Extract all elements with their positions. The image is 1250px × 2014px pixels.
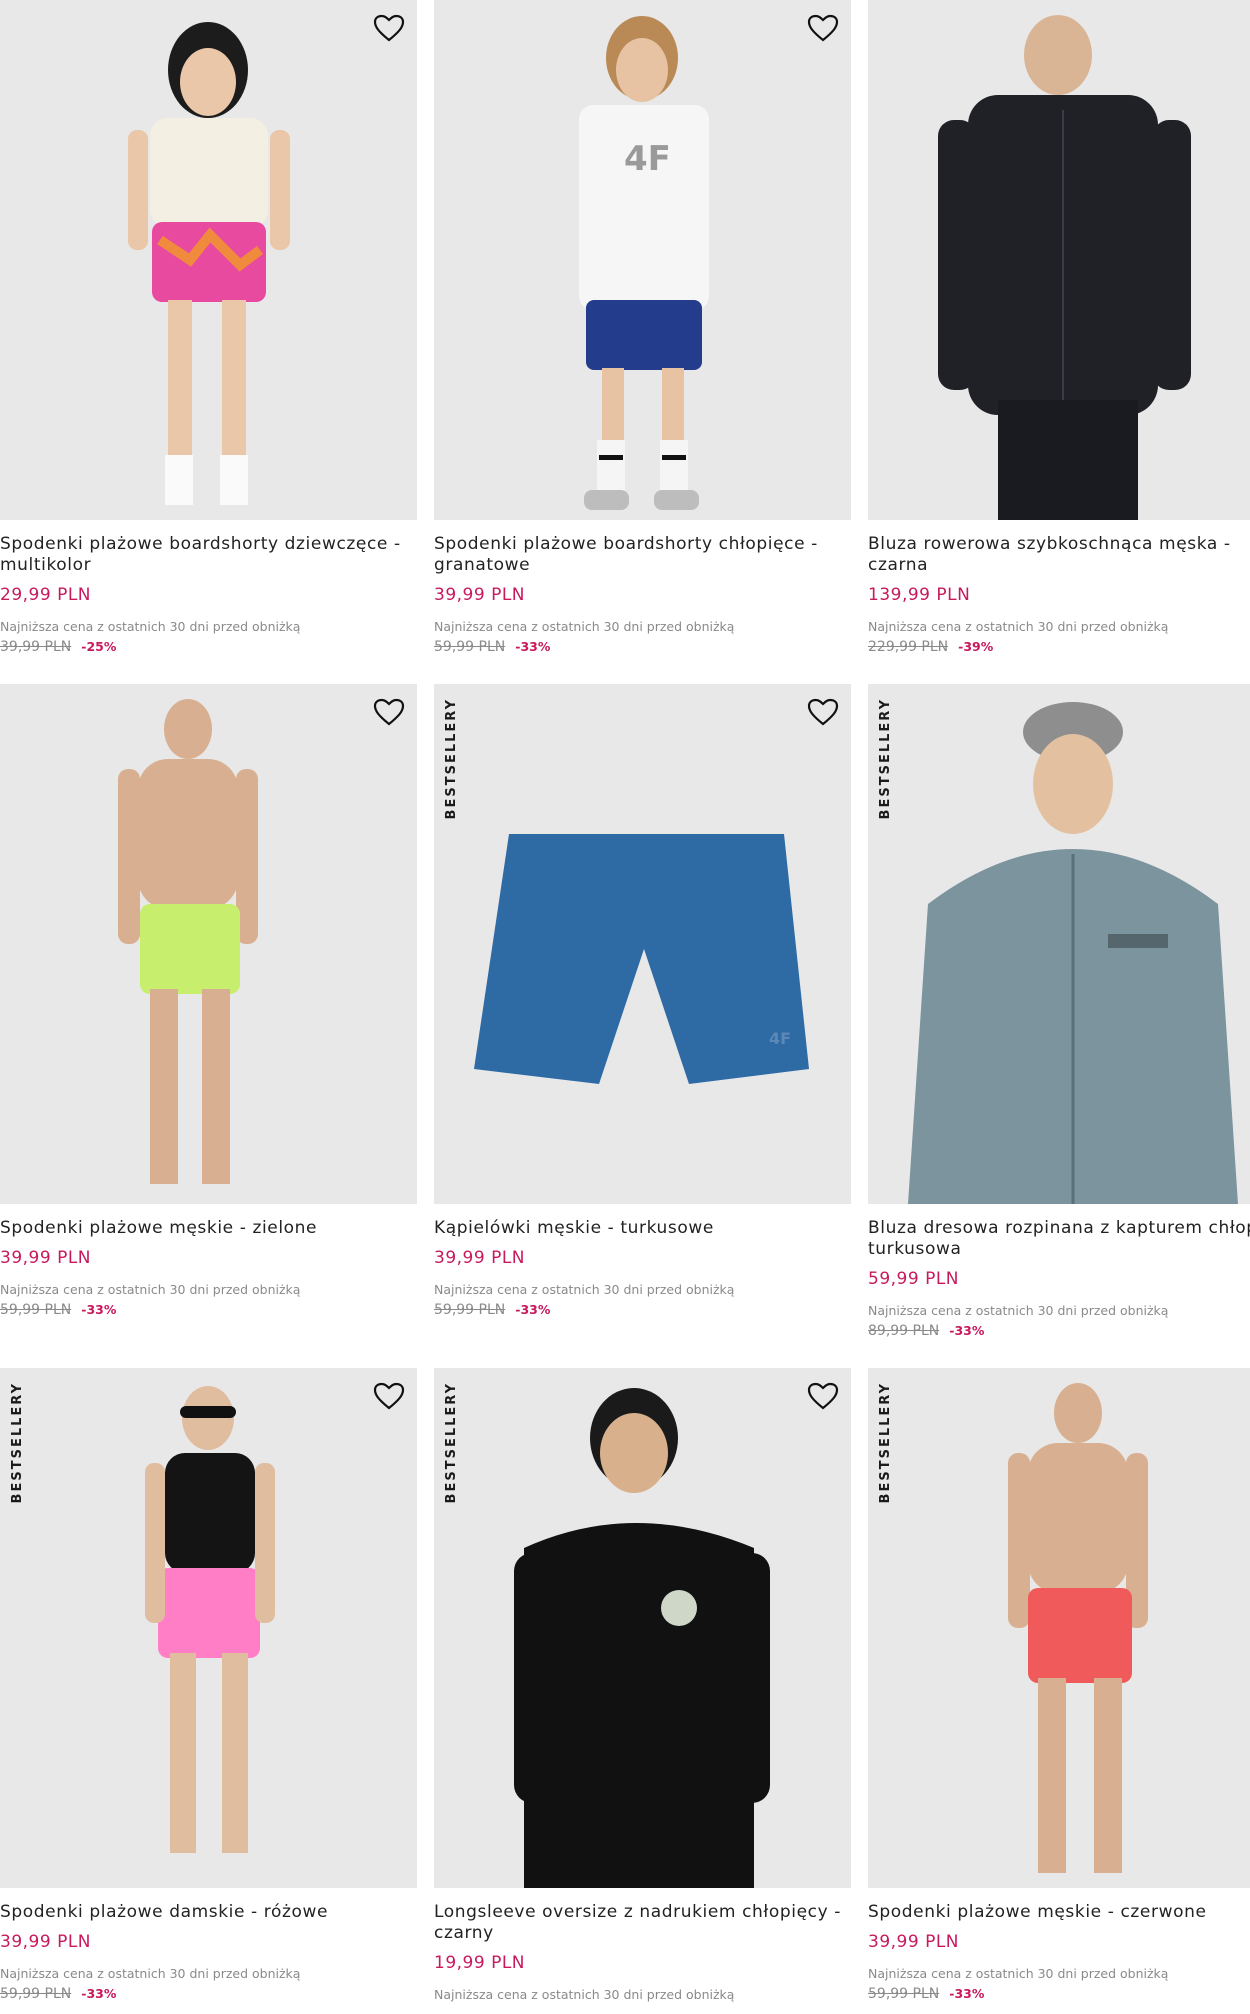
product-photo-swim-trunks: 4F	[474, 834, 809, 1084]
product-image[interactable]	[0, 0, 417, 520]
old-price: 39,99 PLN	[0, 639, 72, 655]
old-price: 59,99 PLN	[868, 1986, 940, 2002]
old-price: 89,99 PLN	[868, 1323, 940, 1339]
product-title[interactable]: Longsleeve oversize z nadrukiem chłopięc…	[434, 1902, 851, 1944]
old-price-row: 59,99 PLN -33%	[868, 1986, 1250, 2002]
product-card[interactable]: Spodenki plażowe boardshorty dziewczęce …	[0, 0, 417, 655]
product-card[interactable]: 4F Spodenki plażowe boardshorty chłopięc…	[434, 0, 851, 655]
product-card[interactable]: Spodenki plażowe męskie - zielone 39,99 …	[0, 684, 417, 1318]
old-price: 59,99 PLN	[0, 1302, 72, 1318]
old-price-row: 59,99 PLN -33%	[0, 1302, 417, 1318]
product-price: 59,99 PLN	[868, 1269, 960, 1289]
product-price: 39,99 PLN	[0, 1932, 92, 1952]
lowest-price-note: Najniższa cena z ostatnich 30 dni przed …	[868, 1966, 1169, 1981]
product-image[interactable]: BESTSELLERY 4F	[434, 684, 851, 1204]
old-price: 229,99 PLN	[868, 639, 949, 655]
product-price: 39,99 PLN	[868, 1932, 960, 1952]
discount-badge: -33%	[515, 639, 551, 654]
lowest-price-note: Najniższa cena z ostatnich 30 dni przed …	[434, 1987, 735, 2002]
old-price-row: 59,99 PLN -33%	[0, 1986, 417, 2002]
product-photo-pink-shorts	[145, 1386, 275, 1853]
product-photo-black-longsleeve	[514, 1388, 770, 1888]
product-photo-girl-shorts	[128, 22, 290, 505]
heart-icon[interactable]	[805, 1378, 841, 1414]
product-title[interactable]: Spodenki plażowe boardshorty chłopięce -…	[434, 534, 851, 576]
old-price-row: 59,99 PLN -33%	[434, 639, 851, 655]
lowest-price-note: Najniższa cena z ostatnich 30 dni przed …	[0, 619, 301, 634]
product-title[interactable]: Kąpielówki męskie - turkusowe	[434, 1218, 851, 1239]
product-photo-hoodie	[908, 702, 1238, 1204]
product-image[interactable]: 4F	[434, 0, 851, 520]
discount-badge: -39%	[958, 639, 994, 654]
discount-badge: -25%	[81, 639, 117, 654]
product-title[interactable]: Spodenki plażowe boardshorty dziewczęce …	[0, 534, 417, 576]
discount-badge: -33%	[949, 1323, 985, 1338]
product-card[interactable]: BESTSELLERY Spodenki plażowe damskie - r…	[0, 1368, 417, 2002]
product-price: 39,99 PLN	[434, 1248, 526, 1268]
product-price: 19,99 PLN	[434, 1953, 526, 1973]
discount-badge: -33%	[81, 1302, 117, 1317]
product-title[interactable]: Spodenki plażowe męskie - zielone	[0, 1218, 417, 1239]
product-photo-green-shorts	[118, 699, 258, 1184]
product-image[interactable]: BESTSELLERY	[868, 1368, 1250, 1888]
heart-icon[interactable]	[371, 694, 407, 730]
lowest-price-note: Najniższa cena z ostatnich 30 dni przed …	[434, 619, 735, 634]
product-photo-red-shorts	[1008, 1383, 1148, 1873]
old-price: 59,99 PLN	[434, 1302, 506, 1318]
product-photo-cycling-jacket	[938, 15, 1191, 520]
product-price: 29,99 PLN	[0, 585, 92, 605]
product-title[interactable]: Spodenki plażowe damskie - różowe	[0, 1902, 417, 1923]
discount-badge: -33%	[515, 1302, 551, 1317]
old-price: 59,99 PLN	[0, 1986, 72, 2002]
old-price: 59,99 PLN	[434, 639, 506, 655]
discount-badge: -33%	[949, 1986, 985, 2001]
product-card[interactable]: BESTSELLERY Longsleeve oversize z nadruk…	[434, 1368, 851, 2002]
heart-icon[interactable]	[805, 694, 841, 730]
product-image[interactable]: BESTSELLERY	[0, 1368, 417, 1888]
old-price-row: 59,99 PLN -33%	[434, 1302, 851, 1318]
old-price-row: 89,99 PLN -33%	[868, 1323, 1250, 1339]
product-title[interactable]: Spodenki plażowe męskie - czerwone	[868, 1902, 1250, 1923]
product-title[interactable]: Bluza dresowa rozpinana z kapturem chłop…	[868, 1218, 1250, 1260]
lowest-price-note: Najniższa cena z ostatnich 30 dni przed …	[868, 1303, 1169, 1318]
product-card[interactable]: BESTSELLERY Spodenki plażowe męskie - cz…	[868, 1368, 1250, 2002]
heart-icon[interactable]	[371, 1378, 407, 1414]
old-price-row: 39,99 PLN -25%	[0, 639, 417, 655]
heart-icon[interactable]	[805, 10, 841, 46]
svg-text:4F: 4F	[624, 139, 671, 179]
product-photo-boy-shorts: 4F	[579, 16, 709, 510]
product-image[interactable]	[868, 0, 1250, 520]
lowest-price-note: Najniższa cena z ostatnich 30 dni przed …	[434, 1282, 735, 1297]
product-image[interactable]: BESTSELLERY	[434, 1368, 851, 1888]
product-image[interactable]: BESTSELLERY	[868, 684, 1250, 1204]
lowest-price-note: Najniższa cena z ostatnich 30 dni przed …	[0, 1966, 301, 1981]
svg-text:4F: 4F	[769, 1029, 791, 1048]
product-card[interactable]: BESTSELLERY 4F Kąpielówki męskie - turku…	[434, 684, 851, 1318]
product-price: 39,99 PLN	[434, 585, 526, 605]
product-card[interactable]: Bluza rowerowa szybkoschnąca męska - cza…	[868, 0, 1250, 655]
old-price-row: 229,99 PLN -39%	[868, 639, 1250, 655]
product-price: 39,99 PLN	[0, 1248, 92, 1268]
lowest-price-note: Najniższa cena z ostatnich 30 dni przed …	[868, 619, 1169, 634]
product-title[interactable]: Bluza rowerowa szybkoschnąca męska - cza…	[868, 534, 1250, 576]
discount-badge: -33%	[81, 1986, 117, 2001]
product-card[interactable]: BESTSELLERY Bluza dresowa rozpinana z ka…	[868, 684, 1250, 1339]
product-grid: Spodenki plażowe boardshorty dziewczęce …	[0, 0, 1250, 2014]
product-price: 139,99 PLN	[868, 585, 971, 605]
product-image[interactable]	[0, 684, 417, 1204]
lowest-price-note: Najniższa cena z ostatnich 30 dni przed …	[0, 1282, 301, 1297]
heart-icon[interactable]	[371, 10, 407, 46]
